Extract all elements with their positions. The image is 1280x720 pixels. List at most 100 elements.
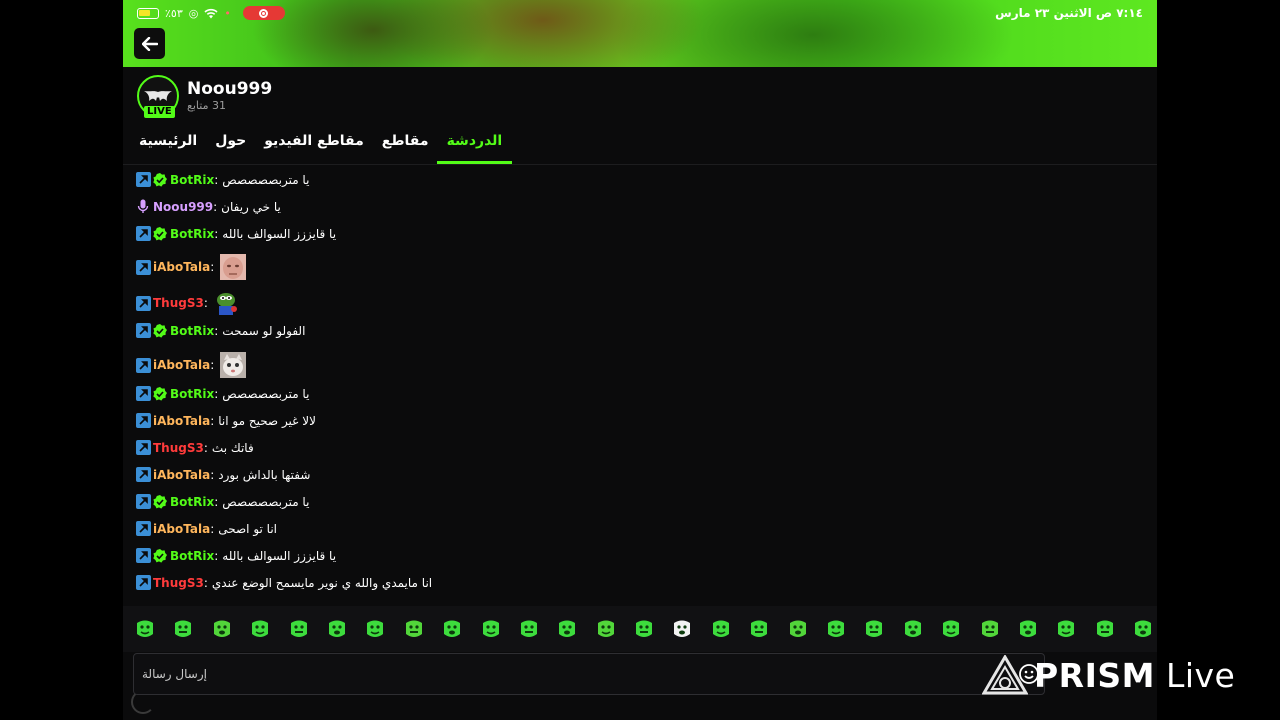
emote-nerd-icon[interactable] [786, 617, 810, 641]
emote-headphones-icon[interactable] [287, 617, 311, 641]
emote-skull-icon[interactable] [670, 617, 694, 641]
tab-about[interactable]: حول [213, 124, 248, 164]
chat-input[interactable] [134, 654, 1044, 694]
emote-meh-icon[interactable] [1093, 617, 1117, 641]
chat-message: BotRix: الفولو لو سمحت [136, 323, 305, 338]
chat-username[interactable]: BotRix [170, 173, 214, 187]
emote-wink-icon[interactable] [978, 617, 1002, 641]
chat-message: ThugS3: [136, 290, 240, 316]
follower-count: 31 متابع [187, 99, 226, 112]
chat-username[interactable]: BotRix [170, 387, 214, 401]
face-emote [220, 254, 247, 280]
record-indicator[interactable] [242, 6, 285, 20]
chat-username[interactable]: iAboTala [153, 414, 210, 428]
emote-glasses-icon[interactable] [210, 617, 234, 641]
chat-text: انا تو اصحى [218, 521, 278, 536]
chat-username[interactable]: iAboTala [153, 260, 210, 274]
chat-text: يا متربصصصصص [222, 172, 310, 187]
chat-message: iAboTala: شفتها بالداش بورد [136, 467, 310, 482]
chat-username[interactable]: Noou999 [153, 200, 213, 214]
prism-live-watermark: PRISM Live [982, 650, 1235, 700]
emote-smile-icon[interactable] [133, 617, 157, 641]
wifi-icon [204, 8, 218, 18]
chat-colon: : [210, 467, 215, 482]
tab-home[interactable]: الرئيسية [137, 124, 199, 164]
prism-logo-icon [982, 655, 1028, 695]
emote-robot-icon[interactable] [824, 617, 848, 641]
chat-colon: : [214, 172, 219, 187]
emote-cool-icon[interactable] [440, 617, 464, 641]
chat-colon: : [210, 413, 215, 428]
chat-message: iAboTala: انا تو اصحى [136, 521, 277, 536]
verified-badge-icon [153, 226, 167, 241]
chat-username[interactable]: BotRix [170, 324, 214, 338]
tab-videos[interactable]: مقاطع الفيديو [262, 124, 366, 164]
chat-username[interactable]: iAboTala [153, 468, 210, 482]
verified-badge-icon [153, 494, 167, 509]
battery-percent: ٪٥٣ [165, 6, 183, 20]
emote-pepe-icon[interactable] [1054, 617, 1078, 641]
emote-sleepy-icon[interactable] [594, 617, 618, 641]
chat-username[interactable]: BotRix [170, 495, 214, 509]
chat-username[interactable]: BotRix [170, 227, 214, 241]
emote-drool-icon[interactable] [747, 617, 771, 641]
moderator-badge-icon [136, 521, 151, 536]
chat-username[interactable]: iAboTala [153, 358, 210, 372]
emote-devil-icon[interactable] [709, 617, 733, 641]
chat-colon: : [214, 323, 219, 338]
chat-colon: : [214, 386, 219, 401]
chat-colon: : [210, 260, 215, 274]
emote-clown-icon[interactable] [402, 617, 426, 641]
tab-clips[interactable]: مقاطع [380, 124, 431, 164]
channel-info: Noou999 31 متابع [187, 79, 272, 113]
emote-shy-icon[interactable] [1131, 617, 1155, 641]
chat-text: الفولو لو سمحت [222, 323, 306, 338]
chat-username[interactable]: iAboTala [153, 522, 210, 536]
emote-blob-icon[interactable] [248, 617, 272, 641]
chat-message: BotRix: يا قايززز السوالف بالله [136, 548, 336, 563]
chat-username[interactable]: ThugS3 [153, 576, 204, 590]
emote-frog-icon[interactable] [1016, 617, 1040, 641]
moderator-badge-icon [136, 172, 151, 187]
moderator-badge-icon [136, 548, 151, 563]
emote-cry-icon[interactable] [555, 617, 579, 641]
tabs-divider [123, 164, 1157, 165]
chat-message: BotRix: يا متربصصصصص [136, 172, 309, 187]
chat-username[interactable]: ThugS3 [153, 441, 204, 455]
channel-name: Noou999 [187, 79, 273, 99]
pepe-emote [213, 290, 240, 316]
emote-laugh-icon[interactable] [632, 617, 656, 641]
chat-message: BotRix: يا قايززز السوالف بالله [136, 226, 336, 241]
emote-sad-icon[interactable] [517, 617, 541, 641]
chat-username[interactable]: ThugS3 [153, 296, 204, 310]
app-window: ٪٥٣ ◎ • ٧:١٤ ص الاثنين ٢٣ مارس LIVE Noou… [123, 0, 1157, 720]
verified-badge-icon [153, 548, 167, 563]
emote-happy-icon[interactable] [363, 617, 387, 641]
status-time-date: ٧:١٤ ص الاثنين ٢٣ مارس [995, 6, 1143, 20]
tab-chat[interactable]: الدردشة [436, 124, 512, 164]
chat-message: iAboTala: [136, 352, 247, 378]
chat-colon: : [203, 296, 208, 310]
chat-message: Noou999: يا خي ريفان [136, 199, 281, 214]
avatar[interactable]: LIVE [137, 75, 179, 118]
chat-text: شفتها بالداش بورد [218, 467, 311, 482]
emote-angry-icon[interactable] [901, 617, 925, 641]
sync-icon: ◎ [188, 6, 199, 20]
moderator-badge-icon [136, 575, 151, 590]
emote-bar [123, 606, 1157, 652]
chat-username[interactable]: BotRix [170, 549, 214, 563]
bat-logo-icon [144, 91, 172, 101]
emote-love-icon[interactable] [479, 617, 503, 641]
chat-message: BotRix: يا متربصصصصص [136, 386, 309, 401]
chat-colon: : [214, 548, 219, 563]
emote-smirk-icon[interactable] [325, 617, 349, 641]
emote-grimace-icon[interactable] [171, 617, 195, 641]
chat-text: لالا غير صحيح مو انا [218, 413, 316, 428]
chat-message: BotRix: يا متربصصصصص [136, 494, 309, 509]
back-button[interactable] [134, 28, 165, 59]
loading-spinner [131, 690, 155, 714]
emote-grin-icon[interactable] [862, 617, 886, 641]
emote-worried-icon[interactable] [939, 617, 963, 641]
chat-list: BotRix: يا متربصصصصص Noou999: يا خي ريفان Bo… [136, 169, 1146, 605]
verified-badge-icon [153, 386, 167, 401]
